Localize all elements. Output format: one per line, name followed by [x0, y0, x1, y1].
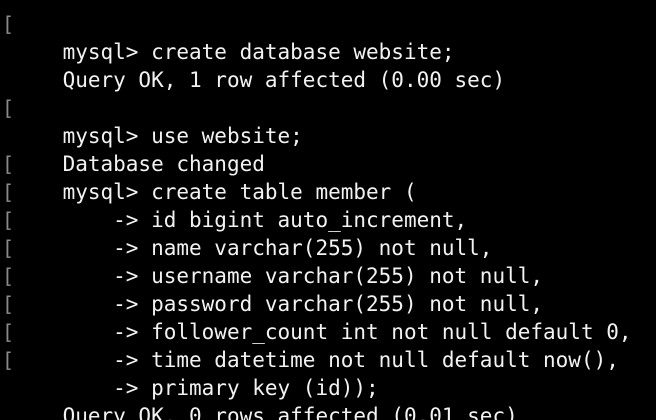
terminal-line-7: [ -> id bigint auto_increment,	[0, 178, 656, 232]
prompt-marker: [	[2, 152, 15, 176]
terminal-line-13: [ -> primary key (id));	[0, 346, 656, 400]
terminal-line-5: Database changed	[0, 122, 656, 176]
prompt-marker: [	[2, 348, 15, 372]
terminal-line-11: [ -> follower_count int not null default…	[0, 290, 656, 344]
prompt-marker: [	[2, 236, 15, 260]
prompt-marker: [	[2, 12, 15, 36]
prompt-marker: [	[2, 180, 15, 204]
terminal-line-6: [mysql> create table member (	[0, 150, 656, 204]
terminal-line-3	[0, 66, 656, 94]
terminal-line-14: Query OK, 0 rows affected (0.01 sec)	[0, 374, 656, 420]
prompt-marker: [	[2, 96, 15, 120]
terminal-line-9: [ -> username varchar(255) not null,	[0, 234, 656, 288]
output-query-ok: Query OK, 0 rows affected (0.01 sec)	[62, 404, 518, 420]
terminal-line-2: Query OK, 1 row affected (0.00 sec)	[0, 38, 656, 92]
terminal-window[interactable]: [mysql> create database website; Query O…	[0, 0, 656, 420]
terminal-line-8: [ -> name varchar(255) not null,	[0, 206, 656, 260]
terminal-line-12: [ -> time datetime not null default now(…	[0, 318, 656, 372]
prompt-marker: [	[2, 320, 15, 344]
prompt-marker: [	[2, 292, 15, 316]
terminal-line-4: [mysql> use website;	[0, 94, 656, 148]
prompt-marker: [	[2, 208, 15, 232]
terminal-line-10: [ -> password varchar(255) not null,	[0, 262, 656, 316]
prompt-marker: [	[2, 264, 15, 288]
terminal-line-1: [mysql> create database website;	[0, 10, 656, 64]
